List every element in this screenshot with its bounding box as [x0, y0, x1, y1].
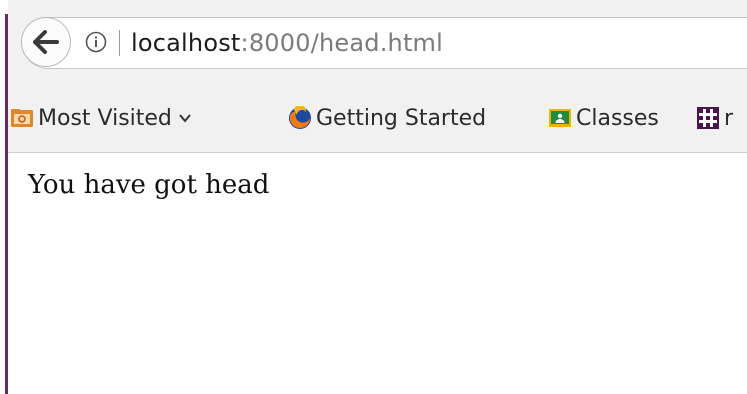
bookmark-classes[interactable]: Classes [548, 96, 659, 140]
url-path: :8000/head.html [240, 29, 443, 57]
browser-toolbar: localhost:8000/head.html Most Visited Ge… [8, 0, 747, 153]
page-body-text: You have got head [28, 170, 270, 200]
bookmark-slack[interactable]: r [696, 96, 733, 140]
info-icon[interactable] [85, 31, 107, 53]
firefox-icon [289, 106, 311, 129]
folder-icon [11, 109, 33, 127]
window-edge [0, 0, 8, 394]
google-classroom-icon [549, 109, 571, 127]
bookmarks-toolbar: Most Visited Getting Started Classes r [8, 96, 747, 140]
chevron-down-icon [179, 114, 191, 123]
slack-icon [697, 107, 719, 129]
back-button[interactable] [21, 17, 71, 67]
bookmark-getting-started[interactable]: Getting Started [288, 96, 486, 140]
bookmark-most-visited[interactable]: Most Visited [10, 96, 192, 140]
url-bar[interactable]: localhost:8000/head.html [21, 17, 747, 69]
bookmark-label: r [724, 105, 734, 131]
url-separator [119, 30, 120, 56]
bookmark-label: Classes [576, 105, 659, 131]
back-arrow-icon [33, 30, 59, 54]
url-host: localhost [131, 29, 241, 57]
bookmark-label: Most Visited [38, 105, 172, 131]
url-text[interactable]: localhost:8000/head.html [131, 29, 443, 57]
bookmark-label: Getting Started [316, 105, 487, 131]
